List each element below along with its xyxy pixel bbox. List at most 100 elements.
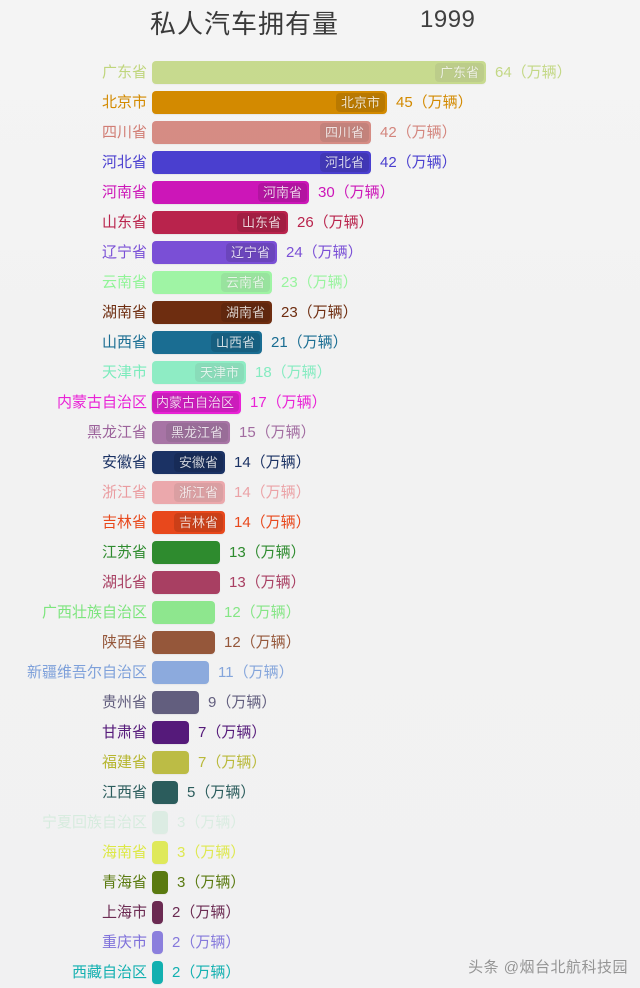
bar-category-label: 新疆维吾尔自治区 (26, 664, 147, 681)
bar (152, 601, 215, 624)
bar-track (152, 691, 199, 714)
bar: 吉林省 (152, 511, 225, 534)
bar-row: 安徽省 安徽省 14（万辆） (0, 448, 640, 478)
bar-category-label: 湖南省 (101, 304, 147, 321)
bar-category-label: 辽宁省 (101, 244, 147, 261)
bar-track (152, 601, 215, 624)
bar-track: 北京市 (152, 91, 387, 114)
bar-track: 云南省 (152, 271, 272, 294)
bar-row: 河北省 河北省 42（万辆） (0, 148, 640, 178)
bar-category-label: 云南省 (101, 274, 147, 291)
bar-track: 山西省 (152, 331, 262, 354)
bar-inline-label: 湖南省 (220, 303, 270, 322)
bar-track: 四川省 (152, 121, 371, 144)
bar-row: 山东省 山东省 26（万辆） (0, 208, 640, 238)
bar-track (152, 871, 168, 894)
bar-value-label: 14（万辆） (234, 514, 311, 531)
bar: 四川省 (152, 121, 371, 144)
bar-category-label: 天津市 (101, 364, 147, 381)
bar-row: 江苏省 13（万辆） (0, 538, 640, 568)
bar-category-label: 山东省 (101, 214, 147, 231)
bar-row: 河南省 河南省 30（万辆） (0, 178, 640, 208)
bar-category-label: 广东省 (101, 64, 147, 81)
bar-track (152, 901, 163, 924)
bar-row: 湖北省 13（万辆） (0, 568, 640, 598)
bar-inline-label: 山西省 (210, 333, 260, 352)
bar (152, 541, 220, 564)
bar-category-label: 吉林省 (101, 514, 147, 531)
bar-category-label: 广西壮族自治区 (41, 604, 147, 621)
bar-category-label: 浙江省 (101, 484, 147, 501)
bar-row: 辽宁省 辽宁省 24（万辆） (0, 238, 640, 268)
bar-row: 湖南省 湖南省 23（万辆） (0, 298, 640, 328)
bar-category-label: 江苏省 (101, 544, 147, 561)
bar-list: 广东省 广东省 64（万辆） 北京市 北京市 45（万辆） 四川省 四川省 42（万辆） 河北省河… (0, 58, 640, 988)
bar-category-label: 山西省 (101, 334, 147, 351)
bar-track (152, 571, 220, 594)
bar: 河南省 (152, 181, 309, 204)
bar-row: 江西省 5（万辆） (0, 778, 640, 808)
bar-category-label: 江西省 (101, 784, 147, 801)
bar-row: 吉林省 吉林省 14（万辆） (0, 508, 640, 538)
bar-inline-label: 四川省 (319, 123, 369, 142)
bar-track: 辽宁省 (152, 241, 277, 264)
bar (152, 721, 189, 744)
bar-value-label: 12（万辆） (224, 634, 301, 651)
bar-row: 云南省 云南省 23（万辆） (0, 268, 640, 298)
bar: 辽宁省 (152, 241, 277, 264)
bar-category-label: 河北省 (101, 154, 147, 171)
bar-race-chart: 私人汽车拥有量 1999 广东省 广东省 64（万辆） 北京市 北京市 45（万辆） 四川省… (0, 0, 640, 987)
bar-row: 广西壮族自治区 12（万辆） (0, 598, 640, 628)
bar: 内蒙古自治区 (150, 391, 241, 414)
bar-track: 吉林省 (152, 511, 225, 534)
bar (152, 661, 209, 684)
bar: 湖南省 (152, 301, 272, 324)
watermark: 头条 @烟台北航科技园 (468, 959, 628, 976)
bar-value-label: 13（万辆） (229, 544, 306, 561)
bar-value-label: 9（万辆） (208, 694, 277, 711)
bar-value-label: 23（万辆） (281, 274, 358, 291)
bar-value-label: 15（万辆） (239, 424, 316, 441)
bar (152, 571, 220, 594)
bar-value-label: 11（万辆） (218, 664, 294, 681)
bar-category-label: 内蒙古自治区 (56, 394, 147, 411)
bar-category-label: 黑龙江省 (86, 424, 147, 441)
bar-row: 黑龙江省 黑龙江省 15（万辆） (0, 418, 640, 448)
bar-value-label: 21（万辆） (271, 334, 348, 351)
bar-track (152, 931, 163, 954)
page-title: 私人汽车拥有量 (150, 9, 340, 39)
bar-track (152, 841, 168, 864)
bar: 河北省 (152, 151, 371, 174)
bar-value-label: 7（万辆） (198, 754, 267, 771)
bar-row: 青海省 3（万辆） (0, 868, 640, 898)
bar-inline-label: 辽宁省 (225, 243, 275, 262)
bar: 浙江省 (152, 481, 225, 504)
bar-row: 贵州省 9（万辆） (0, 688, 640, 718)
bar-row: 北京市 北京市 45（万辆） (0, 88, 640, 118)
bar-inline-label: 北京市 (335, 93, 385, 112)
bar-track: 广东省 (152, 61, 486, 84)
bar-row: 重庆市 2（万辆） (0, 928, 640, 958)
bar-track (152, 631, 215, 654)
bar (152, 931, 163, 954)
bar-value-label: 23（万辆） (281, 304, 358, 321)
bar-inline-label: 云南省 (220, 273, 270, 292)
bar-row: 内蒙古自治区 内蒙古自治区 17（万辆） (0, 388, 640, 418)
bar-value-label: 3（万辆） (177, 814, 246, 831)
bar-category-label: 福建省 (101, 754, 147, 771)
bar-track: 安徽省 (152, 451, 225, 474)
bar: 山西省 (152, 331, 262, 354)
bar-category-label: 北京市 (101, 94, 147, 111)
bar-row: 浙江省 浙江省 14（万辆） (0, 478, 640, 508)
bar-value-label: 2（万辆） (172, 934, 241, 951)
bar (152, 631, 215, 654)
bar-value-label: 64（万辆） (495, 64, 572, 81)
year-counter: 1999 (420, 6, 476, 33)
bar: 山东省 (152, 211, 288, 234)
bar-row: 陕西省 12（万辆） (0, 628, 640, 658)
bar-inline-label: 安徽省 (173, 453, 223, 472)
bar-inline-label: 河南省 (257, 183, 307, 202)
bar-value-label: 5（万辆） (187, 784, 256, 801)
bar-row: 新疆维吾尔自治区 11（万辆） (0, 658, 640, 688)
bar-category-label: 宁夏回族自治区 (41, 814, 147, 831)
